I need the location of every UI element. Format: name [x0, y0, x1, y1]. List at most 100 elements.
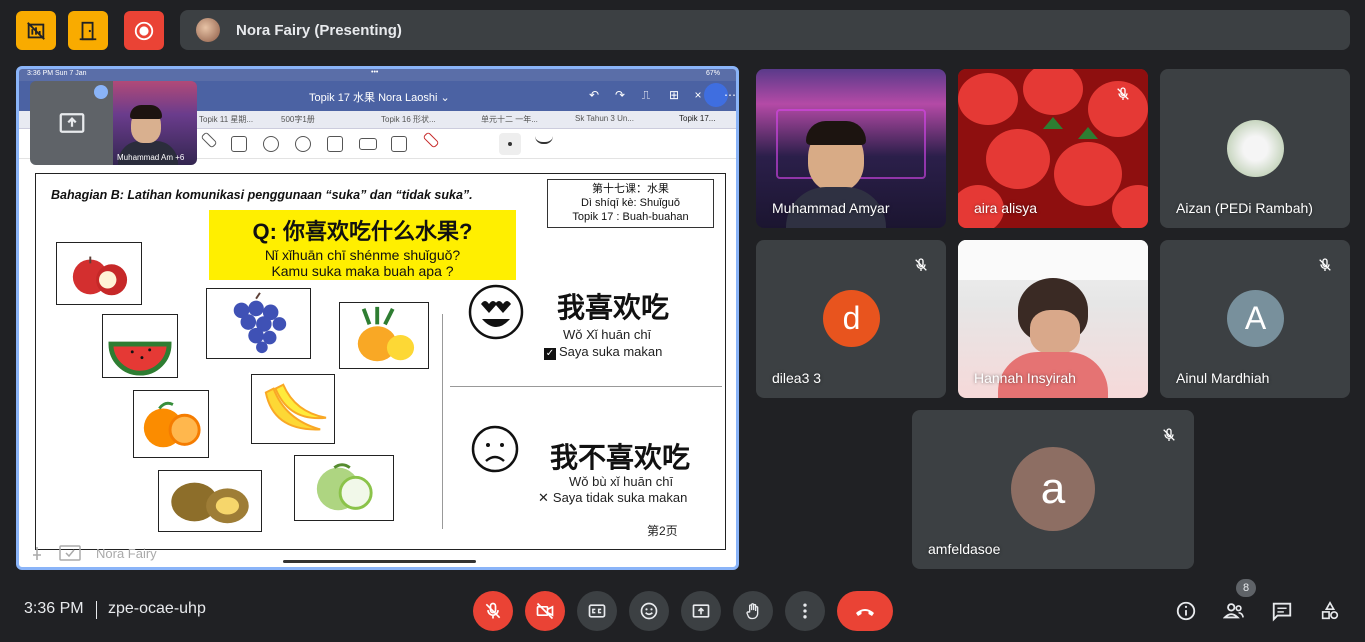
lasso-tool-icon[interactable]	[263, 136, 279, 152]
muted-indicator	[1156, 422, 1182, 448]
participant-name: Muhammad Amyar	[772, 200, 890, 216]
participant-tile[interactable]: d dilea3 3	[756, 240, 946, 398]
present-now-button[interactable]	[681, 591, 721, 631]
doc-tab[interactable]: 单元十二 一年...	[481, 114, 538, 125]
more-options-button[interactable]	[785, 591, 825, 631]
raise-hand-icon	[746, 603, 759, 620]
dislike-malay-text: Saya tidak suka makan	[552, 490, 688, 505]
doc-tab[interactable]: Topik 16 形状...	[381, 114, 436, 125]
shared-screen[interactable]: 3:36 PM Sun 7 Jan ••• 67% Topik 17 水果 No…	[16, 66, 739, 570]
lesson-malay: Topik 17 : Buah-buahan	[572, 211, 689, 223]
meeting-code[interactable]: zpe-ocae-uhp	[108, 600, 206, 618]
record-icon	[134, 21, 154, 40]
document-title[interactable]: Topik 17 水果 Nora Laoshi ⌄	[309, 89, 450, 105]
doc-tab[interactable]: Sk Tahun 3 Un...	[575, 114, 634, 123]
hide-presentation-button[interactable]	[16, 11, 56, 50]
participant-name: dilea3 3	[772, 370, 822, 386]
stroke-style-icon[interactable]	[535, 136, 553, 144]
participant-tile[interactable]: A Ainul Mardhiah	[1160, 240, 1350, 398]
people-button[interactable]	[1221, 598, 1247, 624]
camera-toggle-button[interactable]	[525, 591, 565, 631]
presenter-avatar	[196, 18, 220, 42]
device-status-bar: 3:36 PM Sun 7 Jan ••• 67%	[19, 69, 736, 81]
more-dots-icon: •••	[371, 69, 379, 76]
mic-off-icon	[1163, 428, 1175, 441]
reactions-button[interactable]	[629, 591, 669, 631]
participant-tile[interactable]: a amfeldasoe	[912, 410, 1194, 569]
mic-off-icon	[1319, 258, 1331, 271]
captions-icon	[588, 604, 606, 618]
emoji-icon	[640, 602, 658, 620]
microphone-toggle-button[interactable]	[473, 591, 513, 631]
lesson-pinyin: Dì shíqī kè: Shuǐguǒ	[580, 197, 681, 209]
laser-tool-icon[interactable]	[422, 131, 440, 149]
doc-tab[interactable]: Topik 11 星期...	[199, 114, 253, 125]
recording-button[interactable]	[124, 11, 164, 50]
raise-hand-button[interactable]	[733, 591, 773, 631]
durian-image	[158, 470, 262, 532]
pin-icon[interactable]	[29, 545, 45, 561]
text-tool-icon[interactable]	[391, 136, 407, 152]
participant-name: Ainul Mardhiah	[1176, 370, 1270, 386]
sad-face-emoji-icon	[471, 425, 519, 473]
activities-button[interactable]	[1317, 598, 1343, 624]
presenter-overlay: Nora Fairy	[19, 541, 736, 567]
highlighter-tool-icon[interactable]	[231, 136, 247, 152]
breakout-door-button[interactable]	[68, 11, 108, 50]
meeting-details-button[interactable]	[1173, 598, 1199, 624]
presenting-banner[interactable]: Nora Fairy (Presenting)	[180, 10, 1350, 50]
undo-icon[interactable]: ↶	[587, 88, 601, 102]
question-cn: Q: 你喜欢吃什么水果?	[252, 219, 473, 244]
page-scroll-indicator[interactable]	[283, 560, 476, 563]
dislike-sentence-pinyin: Wǒ bù xǐ huān chī	[569, 474, 674, 489]
bookmark-icon[interactable]: ⎍	[639, 88, 653, 102]
apple-image	[56, 242, 142, 305]
leave-call-button[interactable]	[837, 591, 893, 631]
image-tool-icon[interactable]	[327, 136, 343, 152]
self-view-pip[interactable]: Muhammad Am +6	[30, 81, 197, 165]
muted-indicator	[1312, 252, 1338, 278]
chat-button[interactable]	[1269, 598, 1295, 624]
participant-count-badge: 8	[1236, 579, 1256, 597]
doc-tab[interactable]: 500字1册	[281, 114, 315, 125]
flower-avatar	[1227, 120, 1284, 177]
mic-off-icon	[1117, 87, 1129, 100]
activities-icon	[1321, 601, 1339, 620]
end-call-icon	[856, 609, 874, 616]
doc-tab-active[interactable]: Topik 17...	[679, 114, 715, 123]
present-screen-icon	[59, 113, 84, 133]
heart-eyes-emoji-icon	[468, 284, 524, 340]
shape-tool-icon[interactable]	[295, 136, 311, 152]
like-sentence-pinyin: Wǒ Xǐ huān chī	[563, 327, 652, 342]
device-time: 3:36 PM Sun 7 Jan	[27, 70, 87, 77]
like-sentence-cn: 我喜欢吃	[557, 292, 670, 323]
hide-presentation-icon	[27, 21, 45, 40]
more-icon[interactable]: ⋯	[723, 88, 736, 102]
pause-icon[interactable]	[94, 85, 108, 99]
avatar: d	[823, 290, 880, 347]
time-code-separator	[96, 601, 97, 619]
lesson-info-box: 第十七课：水果 Dì shíqī kè: Shuǐguǒ Topik 17 : …	[547, 179, 714, 228]
participant-tile[interactable]: aira alisya	[958, 69, 1148, 228]
pencil-tool-icon[interactable]	[200, 131, 218, 149]
participant-name: amfeldasoe	[928, 541, 1001, 557]
pen-size-icon[interactable]	[499, 133, 521, 155]
participant-tile[interactable]: Muhammad Amyar	[756, 69, 946, 228]
muted-indicator	[1110, 81, 1136, 107]
question-malay: Kamu suka maka buah apa ?	[271, 263, 454, 279]
close-icon[interactable]: ×	[691, 88, 705, 102]
participant-tile[interactable]: Hannah Insyirah	[958, 240, 1148, 398]
participant-name: Aizan (PEDi Rambah)	[1176, 200, 1313, 216]
avatar: A	[1227, 290, 1284, 347]
keyboard-tool-icon[interactable]	[359, 138, 377, 150]
pip-label: Muhammad Am +6	[117, 153, 185, 162]
column-divider	[442, 314, 443, 529]
present-icon	[692, 604, 710, 618]
grapes-image	[206, 288, 311, 359]
participant-tile[interactable]: Aizan (PEDi Rambah)	[1160, 69, 1350, 228]
meeting-time: 3:36 PM	[24, 600, 84, 617]
add-page-icon[interactable]: ⊞	[667, 88, 681, 102]
redo-icon[interactable]: ↷	[613, 88, 627, 102]
battery-level: 67%	[705, 70, 720, 77]
captions-button[interactable]	[577, 591, 617, 631]
